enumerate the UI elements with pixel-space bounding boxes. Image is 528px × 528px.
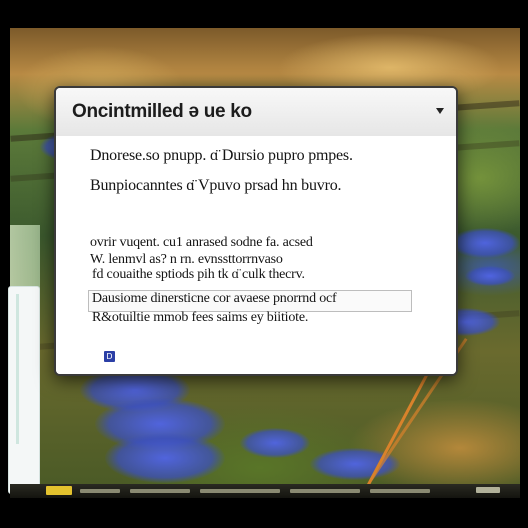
side-card-strip [16, 294, 19, 444]
side-card[interactable] [8, 286, 40, 494]
taskbar-item[interactable] [370, 489, 430, 493]
taskbar-item[interactable] [200, 489, 280, 493]
dialog-window: Oncintmilled ə ue ko Dnorese.so pnupp. ɑ… [54, 86, 458, 376]
taskbar-item[interactable] [290, 489, 360, 493]
map-lake [450, 228, 520, 258]
dialog-text-line: Bunpiocanntes ɑ̈ Vpuvo prsad hn buvro. [90, 177, 342, 194]
taskbar-item[interactable] [130, 489, 190, 493]
chevron-down-icon[interactable] [436, 108, 444, 114]
dialog-text-line: W. lenmvl as? n rn. evnssttorrnvaso [90, 252, 283, 267]
map-lake [240, 428, 310, 458]
dialog-titlebar[interactable]: Oncintmilled ə ue ko [56, 88, 456, 137]
dialog-text-line: R&otuiltie mmob fees saims ey biitiote. [92, 310, 309, 325]
start-button[interactable] [46, 486, 72, 495]
map-lake [465, 266, 515, 286]
dialog-text-line: Dnorese.so pnupp. ɑ̈ Dursio pupro pmpes. [90, 147, 353, 164]
dialog-text-line: ovrir vuqent. cu1 anrased sodne fa. acse… [90, 235, 313, 250]
dialog-text-line: fd couaithe sptiods pih tk ɑ̈ culk thecr… [92, 267, 305, 282]
taskbar-item[interactable] [80, 489, 120, 493]
dialog-body: Dnorese.so pnupp. ɑ̈ Dursio pupro pmpes.… [56, 136, 456, 374]
dialog-text-line: Dausiome dinersticne cor avaese pnorrnd … [92, 291, 337, 306]
map-lake [105, 433, 225, 483]
dialog-title: Oncintmilled ə ue ko [72, 101, 252, 122]
screen: Oncintmilled ə ue ko Dnorese.so pnupp. ɑ… [0, 0, 528, 528]
info-icon[interactable]: D [104, 351, 115, 362]
taskbar-clock [476, 487, 500, 493]
